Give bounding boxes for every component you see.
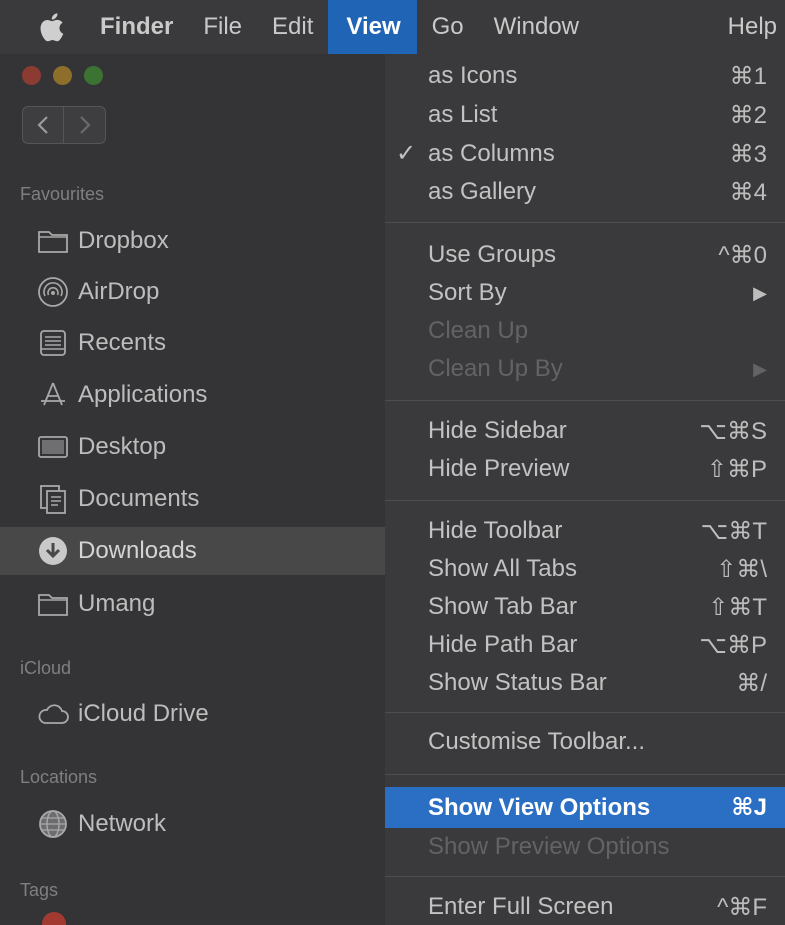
section-tags: Tags [20, 880, 59, 900]
menu-item-sort-by[interactable]: Sort By ▶ [385, 274, 785, 312]
menu-item-hide-toolbar[interactable]: Hide Toolbar ⌥⌘T [385, 512, 785, 550]
menu-finder[interactable]: Finder [96, 0, 188, 54]
menu-item-show-view-options[interactable]: Show View Options ⌘J [385, 787, 785, 828]
desktop-icon [36, 430, 70, 464]
sidebar-item-label: Umang [78, 590, 156, 617]
sidebar-item-label: AirDrop [78, 278, 160, 305]
minimize-window-button[interactable] [53, 66, 72, 85]
menu-separator [385, 876, 785, 877]
chevron-left-icon [37, 116, 48, 134]
menu-item-enter-full-screen[interactable]: Enter Full Screen ^⌘F [385, 888, 785, 925]
menu-item-hide-path-bar[interactable]: Hide Path Bar ⌥⌘P [385, 626, 785, 664]
menu-item-hide-preview[interactable]: Hide Preview ⇧⌘P [385, 450, 785, 488]
shortcut: ^⌘0 [718, 241, 767, 269]
navigation-buttons [22, 106, 106, 144]
menu-separator [385, 400, 785, 401]
sidebar-item-dropbox[interactable]: Dropbox [0, 217, 385, 265]
section-locations: Locations [20, 767, 98, 787]
sidebar-item-label: Desktop [78, 433, 167, 460]
forward-button[interactable] [64, 106, 106, 144]
menu-item-show-tab-bar[interactable]: Show Tab Bar ⇧⌘T [385, 588, 785, 626]
finder-sidebar: Favourites Dropbox AirDrop Recents Appli… [0, 54, 385, 925]
sidebar-item-label: Applications [78, 381, 208, 408]
shortcut: ⌥⌘P [699, 631, 767, 659]
section-favourites: Favourites [20, 184, 105, 204]
shortcut: ⌘1 [729, 62, 767, 90]
menu-item-show-all-tabs[interactable]: Show All Tabs ⇧⌘\ [385, 550, 785, 588]
menu-file[interactable]: File [188, 0, 257, 54]
close-window-button[interactable] [22, 66, 41, 85]
menu-item-as-list[interactable]: as List ⌘2 [385, 96, 785, 134]
checkmark-icon: ✓ [396, 140, 417, 167]
window-controls [22, 66, 103, 85]
sidebar-item-icloud-drive[interactable]: iCloud Drive [0, 690, 385, 738]
submenu-arrow-icon: ▶ [753, 358, 767, 379]
airdrop-icon [36, 275, 70, 309]
menu-item-as-columns[interactable]: ✓ as Columns ⌘3 [385, 135, 785, 173]
sidebar-item-label: Network [78, 810, 167, 837]
cloud-icon [36, 697, 70, 731]
view-menu-dropdown: as Icons ⌘1 as List ⌘2 ✓ as Columns ⌘3 a… [385, 54, 785, 925]
menu-help[interactable]: Help [713, 0, 785, 54]
sidebar-item-documents[interactable]: Documents [0, 475, 385, 523]
menu-item-as-gallery[interactable]: as Gallery ⌘4 [385, 173, 785, 211]
menu-item-as-icons[interactable]: as Icons ⌘1 [385, 57, 785, 95]
sidebar-item-network[interactable]: Network [0, 800, 385, 848]
menu-item-show-status-bar[interactable]: Show Status Bar ⌘/ [385, 664, 785, 702]
menu-separator [385, 500, 785, 501]
menu-view[interactable]: View [328, 0, 417, 54]
menu-go[interactable]: Go [417, 0, 479, 54]
menu-separator [385, 222, 785, 223]
menu-item-hide-sidebar[interactable]: Hide Sidebar ⌥⌘S [385, 412, 785, 450]
sidebar-item-downloads[interactable]: Downloads [0, 527, 385, 575]
shortcut: ⌘3 [729, 140, 767, 168]
shortcut: ⌘J [731, 794, 767, 821]
shortcut: ⇧⌘P [706, 455, 767, 483]
sidebar-item-label: Dropbox [78, 227, 169, 254]
menu-separator [385, 712, 785, 713]
shortcut: ⌘2 [729, 101, 767, 129]
menu-item-clean-up: Clean Up [428, 317, 529, 344]
sidebar-item-label: iCloud Drive [78, 700, 209, 727]
sidebar-item-label: Documents [78, 485, 200, 512]
zoom-window-button[interactable] [84, 66, 103, 85]
shortcut: ⌥⌘S [699, 417, 767, 445]
menu-item-show-preview-options: Show Preview Options [428, 833, 670, 860]
menu-bar: Finder File Edit View Go Window Help [0, 0, 785, 54]
documents-icon [36, 482, 70, 516]
menu-window[interactable]: Window [479, 0, 594, 54]
tag-red-dot[interactable] [42, 912, 66, 925]
sidebar-item-desktop[interactable]: Desktop [0, 423, 385, 471]
sidebar-item-applications[interactable]: Applications [0, 371, 385, 419]
sidebar-item-umang[interactable]: Umang [0, 580, 385, 628]
recents-icon [36, 326, 70, 360]
shortcut: ^⌘F [717, 893, 767, 921]
menu-item-use-groups[interactable]: Use Groups ^⌘0 [385, 236, 785, 274]
chevron-right-icon [79, 116, 91, 134]
sidebar-item-recents[interactable]: Recents [0, 319, 385, 367]
menu-item-customise-toolbar[interactable]: Customise Toolbar... [385, 723, 785, 761]
shortcut: ⌘4 [729, 178, 767, 206]
folder-icon [36, 587, 70, 621]
sidebar-item-label: Recents [78, 329, 167, 356]
globe-icon [36, 807, 70, 841]
applications-icon [36, 378, 70, 412]
menu-edit[interactable]: Edit [257, 0, 328, 54]
sidebar-item-label: Downloads [78, 537, 197, 564]
shortcut: ⌥⌘T [700, 517, 767, 545]
shortcut: ⇧⌘T [708, 593, 767, 621]
shortcut: ⇧⌘\ [716, 555, 767, 583]
menu-item-clean-up-by: Clean Up By ▶ [428, 355, 767, 382]
apple-menu-icon[interactable] [26, 12, 76, 42]
shortcut: ⌘/ [736, 669, 767, 697]
downloads-icon [36, 534, 70, 568]
section-icloud: iCloud [20, 658, 72, 678]
back-button[interactable] [22, 106, 64, 144]
sidebar-item-airdrop[interactable]: AirDrop [0, 268, 385, 316]
menu-separator [385, 774, 785, 775]
folder-icon [36, 224, 70, 258]
submenu-arrow-icon: ▶ [753, 282, 767, 303]
